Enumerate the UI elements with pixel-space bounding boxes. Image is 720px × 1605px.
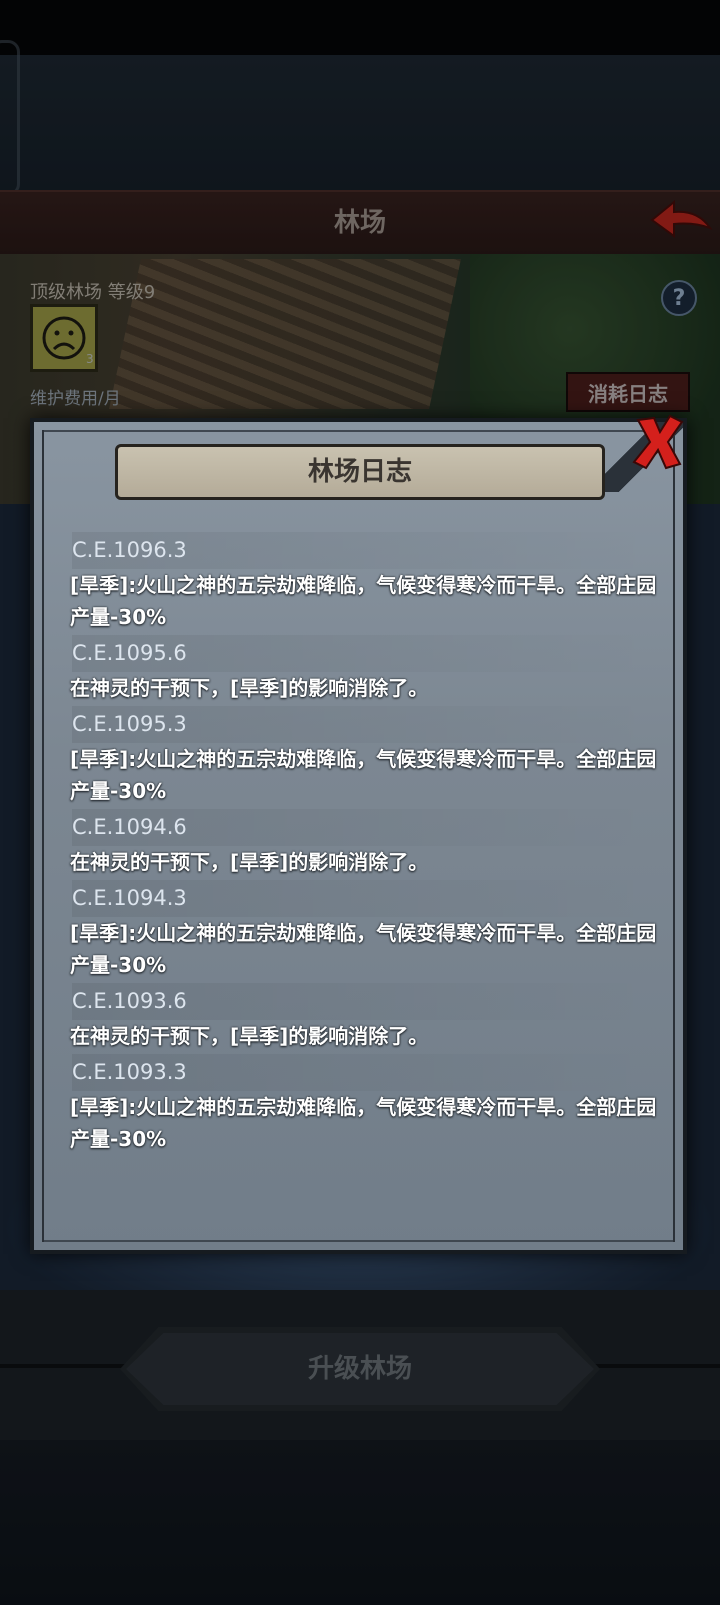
- log-entry: C.E.1096.3 [旱季]:火山之神的五宗劫难降临，气候变得寒冷而干旱。全部…: [62, 532, 662, 635]
- log-entry-text: [旱季]:火山之神的五宗劫难降临，气候变得寒冷而干旱。全部庄园产量-30%: [70, 1095, 657, 1151]
- log-entry-date: C.E.1094.6: [72, 809, 662, 846]
- log-entry-text: 在神灵的干预下，[旱季]的影响消除了。: [70, 1024, 429, 1048]
- modal-frame-left: [42, 430, 44, 1242]
- log-entry-date: C.E.1093.3: [72, 1054, 662, 1091]
- log-list[interactable]: C.E.1096.3 [旱季]:火山之神的五宗劫难降临，气候变得寒冷而干旱。全部…: [62, 532, 662, 1157]
- log-entry-text: [旱季]:火山之神的五宗劫难降临，气候变得寒冷而干旱。全部庄园产量-30%: [70, 747, 657, 803]
- log-entry-date: C.E.1093.6: [72, 983, 662, 1020]
- log-entry-date: C.E.1095.6: [72, 635, 662, 672]
- log-entry: C.E.1095.6 在神灵的干预下，[旱季]的影响消除了。: [62, 635, 662, 706]
- log-entry: C.E.1093.3 [旱季]:火山之神的五宗劫难降临，气候变得寒冷而干旱。全部…: [62, 1054, 662, 1157]
- log-entry-text: [旱季]:火山之神的五宗劫难降临，气候变得寒冷而干旱。全部庄园产量-30%: [70, 573, 657, 629]
- log-entry: C.E.1093.6 在神灵的干预下，[旱季]的影响消除了。: [62, 983, 662, 1054]
- log-entry: C.E.1095.3 [旱季]:火山之神的五宗劫难降临，气候变得寒冷而干旱。全部…: [62, 706, 662, 809]
- log-entry-text: [旱季]:火山之神的五宗劫难降临，气候变得寒冷而干旱。全部庄园产量-30%: [70, 921, 657, 977]
- close-icon[interactable]: [632, 414, 684, 470]
- modal-title: 林场日志: [307, 457, 412, 487]
- log-entry-date: C.E.1096.3: [72, 532, 662, 569]
- log-entry-date: C.E.1094.3: [72, 880, 662, 917]
- log-entry-text: 在神灵的干预下，[旱季]的影响消除了。: [70, 850, 429, 874]
- modal-frame-right: [673, 430, 675, 1242]
- log-entry: C.E.1094.6 在神灵的干预下，[旱季]的影响消除了。: [62, 809, 662, 880]
- modal-title-banner: 林场日志: [115, 444, 605, 500]
- log-entry-text: 在神灵的干预下，[旱季]的影响消除了。: [70, 676, 429, 700]
- log-entry-date: C.E.1095.3: [72, 706, 662, 743]
- log-entry: C.E.1094.3 [旱季]:火山之神的五宗劫难降临，气候变得寒冷而干旱。全部…: [62, 880, 662, 983]
